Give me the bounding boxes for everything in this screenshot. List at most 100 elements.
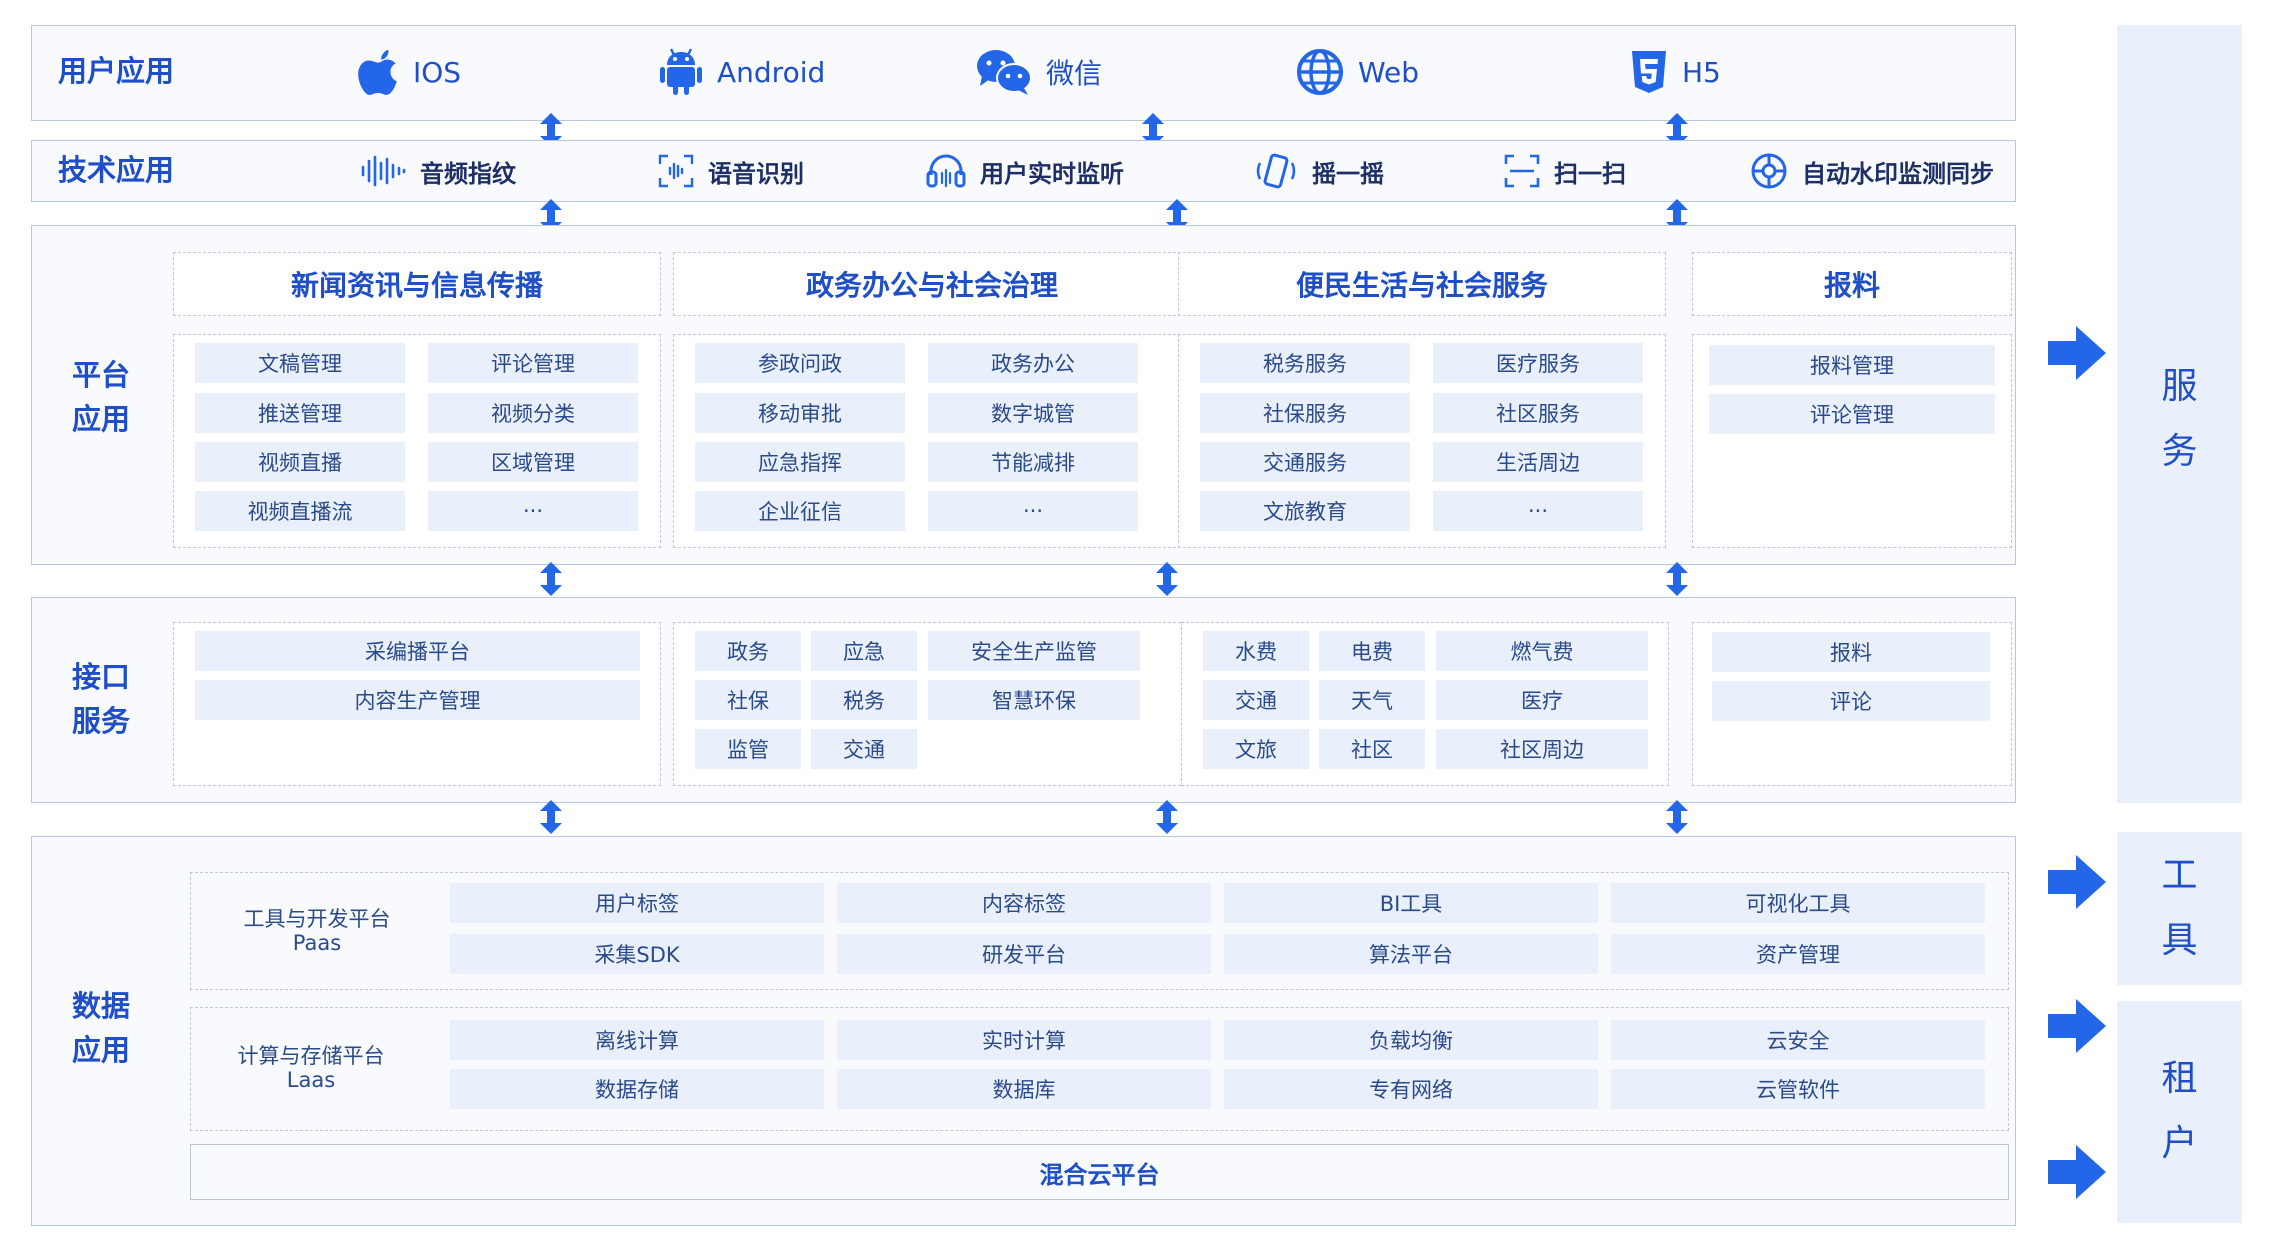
connector-arrow	[539, 800, 563, 834]
platform-cell[interactable]: 评论管理	[1709, 394, 1995, 434]
platform-cell-more[interactable]: ···	[428, 491, 638, 531]
android-icon	[660, 48, 702, 95]
platform-cell[interactable]: 社保服务	[1200, 393, 1410, 433]
platform-group-news-title: 新闻资讯与信息传播	[173, 252, 661, 316]
tools-cell[interactable]: 内容标签	[837, 883, 1211, 923]
interface-cell[interactable]: 交通	[1203, 680, 1309, 720]
platform-cell[interactable]: 视频直播	[195, 442, 405, 482]
platform-cell[interactable]: 节能减排	[928, 442, 1138, 482]
app-label-ios: IOS	[413, 55, 462, 89]
app-item-wechat[interactable]: 微信	[976, 42, 1102, 102]
interface-cell[interactable]: 报料	[1712, 632, 1990, 672]
platform-cell[interactable]: 应急指挥	[695, 442, 905, 482]
watermark-icon	[1751, 153, 1787, 189]
compute-cell[interactable]: 云安全	[1611, 1020, 1985, 1060]
interface-cell[interactable]: 社区	[1319, 729, 1425, 769]
voice-scan-icon	[658, 154, 694, 188]
platform-cell[interactable]: 政务办公	[928, 343, 1138, 383]
interface-cell[interactable]: 安全生产监管	[928, 631, 1140, 671]
platform-cell[interactable]: 文旅教育	[1200, 491, 1410, 531]
platform-cell[interactable]: 参政问政	[695, 343, 905, 383]
tech-item-shake[interactable]: 摇一摇	[1254, 151, 1384, 191]
platform-cell[interactable]: 生活周边	[1433, 442, 1643, 482]
user-app-row: 用户应用 IOS Android 微信 Web H5	[31, 25, 2016, 121]
platform-cell[interactable]: 评论管理	[428, 343, 638, 383]
tech-item-voice-recognition[interactable]: 语音识别	[658, 151, 804, 191]
tools-cell[interactable]: 用户标签	[450, 883, 824, 923]
platform-cell[interactable]: 企业征信	[695, 491, 905, 531]
scan-icon	[1504, 154, 1540, 188]
platform-cell[interactable]: 医疗服务	[1433, 343, 1643, 383]
compute-cell[interactable]: 负载均衡	[1224, 1020, 1598, 1060]
side-panel-tenant: 租 户	[2117, 1001, 2242, 1223]
platform-cell[interactable]: 视频分类	[428, 393, 638, 433]
tech-item-realtime-listen[interactable]: 用户实时监听	[926, 151, 1124, 191]
interface-cell[interactable]: 社保	[695, 680, 801, 720]
platform-cell[interactable]: 视频直播流	[195, 491, 405, 531]
compute-cell[interactable]: 数据存储	[450, 1069, 824, 1109]
tools-cell[interactable]: 研发平台	[837, 934, 1211, 974]
interface-cell[interactable]: 交通	[811, 729, 917, 769]
tools-cell[interactable]: 采集SDK	[450, 934, 824, 974]
interface-group-3: 水费 电费 燃气费 交通 天气 医疗 文旅 社区 社区周边	[1181, 622, 1669, 786]
apple-icon	[358, 50, 397, 95]
tools-cell[interactable]: 可视化工具	[1611, 883, 1985, 923]
tech-label-watermark: 自动水印监测同步	[1802, 159, 1994, 188]
app-item-web[interactable]: Web	[1296, 42, 1419, 102]
tools-cell[interactable]: BI工具	[1224, 883, 1598, 923]
app-item-android[interactable]: Android	[659, 42, 825, 102]
platform-cell[interactable]: 推送管理	[195, 393, 405, 433]
tech-item-watermark[interactable]: 自动水印监测同步	[1750, 151, 1994, 191]
platform-cell[interactable]: 区域管理	[428, 442, 638, 482]
hybrid-cloud-platform[interactable]: 混合云平台	[190, 1144, 2009, 1200]
platform-group-report-title: 报料	[1692, 252, 2012, 316]
interface-cell[interactable]: 评论	[1712, 681, 1990, 721]
compute-cell[interactable]: 专有网络	[1224, 1069, 1598, 1109]
platform-cell-more[interactable]: ···	[928, 491, 1138, 531]
interface-group-2: 政务 应急 安全生产监管 社保 税务 智慧环保 监管 交通	[673, 622, 1191, 786]
tech-label-voice: 语音识别	[708, 159, 804, 188]
interface-row: 接口 服务 采编播平台 内容生产管理 政务 应急 安全生产监管 社保 税务 智慧…	[31, 597, 2016, 803]
tech-item-audio-fingerprint[interactable]: 音频指纹	[360, 151, 516, 191]
platform-cell-more[interactable]: ···	[1433, 491, 1643, 531]
interface-label-line2: 服务	[72, 703, 131, 738]
interface-cell[interactable]: 天气	[1319, 680, 1425, 720]
data-label-line1: 数据	[72, 989, 131, 1023]
interface-cell[interactable]: 税务	[811, 680, 917, 720]
interface-cell[interactable]: 采编播平台	[195, 631, 640, 671]
interface-cell[interactable]: 监管	[695, 729, 801, 769]
platform-cell[interactable]: 移动审批	[695, 393, 905, 433]
platform-cell[interactable]: 数字城管	[928, 393, 1138, 433]
interface-cell[interactable]: 智慧环保	[928, 680, 1140, 720]
tech-label-audio: 音频指纹	[420, 159, 516, 188]
interface-cell[interactable]: 政务	[695, 631, 801, 671]
interface-cell[interactable]: 文旅	[1203, 729, 1309, 769]
interface-cell[interactable]: 应急	[811, 631, 917, 671]
shake-phone-icon	[1256, 153, 1296, 189]
interface-cell[interactable]: 内容生产管理	[195, 680, 640, 720]
app-item-ios[interactable]: IOS	[357, 42, 461, 102]
platform-cell[interactable]: 文稿管理	[195, 343, 405, 383]
platform-group-gov: 参政问政 政务办公 移动审批 数字城管 应急指挥 节能减排 企业征信 ···	[673, 334, 1191, 548]
interface-cell[interactable]: 医疗	[1436, 680, 1648, 720]
app-item-h5[interactable]: H5	[1630, 42, 1721, 102]
tools-cell[interactable]: 资产管理	[1611, 934, 1985, 974]
interface-cell[interactable]: 水费	[1203, 631, 1309, 671]
headset-icon	[926, 154, 966, 188]
platform-cell[interactable]: 税务服务	[1200, 343, 1410, 383]
platform-cell[interactable]: 报料管理	[1709, 345, 1995, 385]
compute-cell[interactable]: 数据库	[837, 1069, 1211, 1109]
interface-cell[interactable]: 燃气费	[1436, 631, 1648, 671]
platform-cell[interactable]: 交通服务	[1200, 442, 1410, 482]
interface-cell[interactable]: 电费	[1319, 631, 1425, 671]
platform-cell[interactable]: 社区服务	[1433, 393, 1643, 433]
tech-item-scan[interactable]: 扫一扫	[1504, 151, 1626, 191]
interface-cell[interactable]: 社区周边	[1436, 729, 1648, 769]
side-service-char1: 服	[2161, 366, 2198, 407]
compute-cell[interactable]: 云管软件	[1611, 1069, 1985, 1109]
compute-cell[interactable]: 实时计算	[837, 1020, 1211, 1060]
compute-cell[interactable]: 离线计算	[450, 1020, 824, 1060]
tools-cell[interactable]: 算法平台	[1224, 934, 1598, 974]
connector-arrow	[1665, 800, 1689, 834]
tools-platform-title: 工具与开发平台	[243, 907, 391, 931]
